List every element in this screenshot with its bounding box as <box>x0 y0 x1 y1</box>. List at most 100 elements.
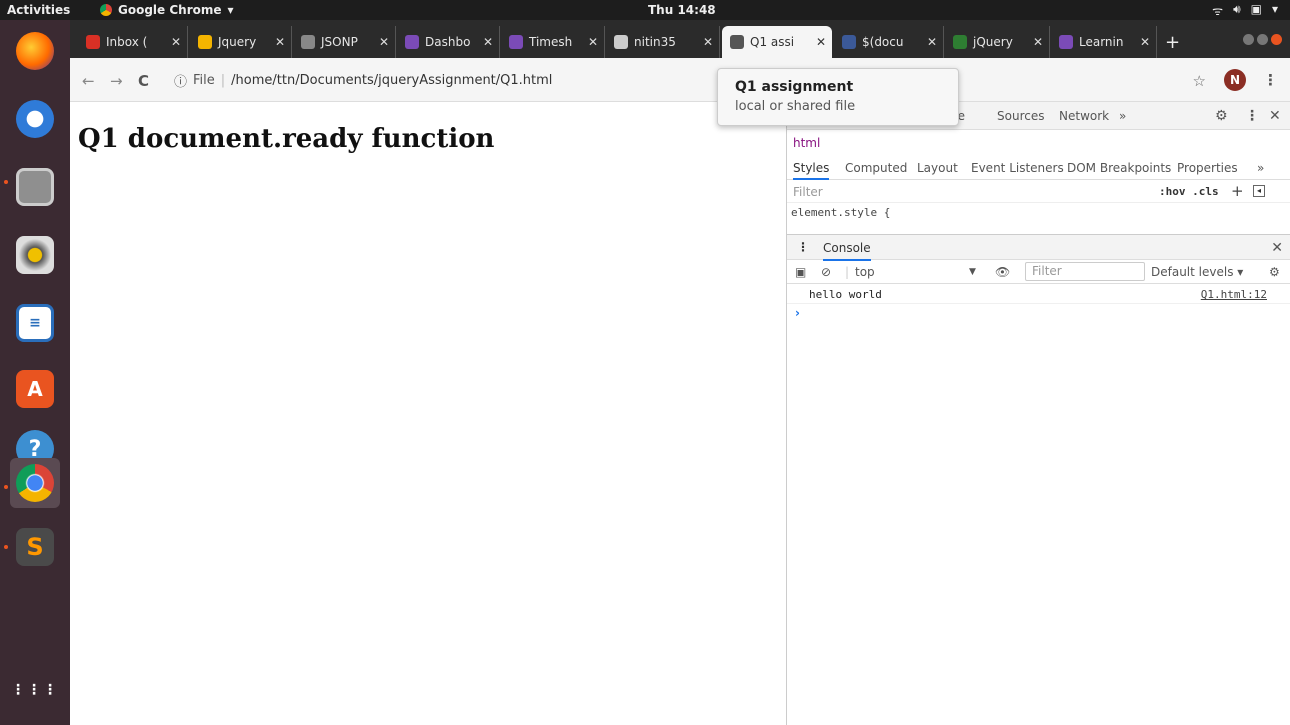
tab-styles[interactable]: Styles <box>793 161 830 180</box>
thunderbird-icon <box>16 100 54 138</box>
browser-tab[interactable]: Q1 assi ✕ <box>722 26 832 58</box>
context-selector[interactable]: top <box>855 265 875 279</box>
breadcrumb[interactable]: html <box>793 136 820 150</box>
more-tabs-button[interactable]: » <box>1257 161 1264 175</box>
files-launcher[interactable] <box>10 162 60 212</box>
tab-event-listeners[interactable]: Event Listeners <box>971 161 1064 175</box>
url-text[interactable]: /home/ttn/Documents/jqueryAssignment/Q1.… <box>231 73 552 88</box>
log-levels-dropdown[interactable]: Default levels ▾ <box>1151 265 1243 279</box>
writer-launcher[interactable]: ≡ <box>10 298 60 348</box>
tab-properties[interactable]: Properties <box>1177 161 1238 175</box>
firefox-icon <box>16 32 54 70</box>
browser-tab[interactable]: Inbox (✕ <box>78 26 188 58</box>
kebab-menu-icon[interactable]: ⋮ <box>797 240 809 254</box>
app-menu[interactable]: Google Chrome ▾ <box>100 3 234 17</box>
console-message-text: hello world <box>809 288 882 301</box>
sublime-text-icon: S <box>16 528 54 566</box>
close-icon[interactable]: ✕ <box>379 35 389 49</box>
running-indicator <box>4 545 8 549</box>
clock[interactable]: Thu 14:48 <box>648 3 716 17</box>
url-scheme-label: File <box>193 72 215 88</box>
close-icon[interactable]: ✕ <box>588 35 598 49</box>
sidebar-toggle-icon[interactable]: ▣ <box>795 265 806 279</box>
thunderbird-launcher[interactable] <box>10 94 60 144</box>
clear-console-icon[interactable]: ⊘ <box>821 265 831 279</box>
forward-arrow-icon[interactable]: → <box>110 72 123 90</box>
window-controls <box>1243 34 1282 45</box>
favicon-icon <box>842 35 856 49</box>
maximize-icon[interactable] <box>1257 34 1268 45</box>
browser-tab[interactable]: Timesh ✕ <box>501 26 605 58</box>
favicon-icon <box>301 35 315 49</box>
gear-icon[interactable]: ⚙ <box>1215 108 1228 124</box>
tab-console[interactable]: Console <box>823 241 871 261</box>
info-icon[interactable]: ⓘ <box>174 71 187 90</box>
browser-tab[interactable]: Jquery ✕ <box>190 26 292 58</box>
close-icon[interactable]: ✕ <box>816 35 826 49</box>
address-bar[interactable]: ⓘ File | /home/ttn/Documents/jqueryAssig… <box>174 66 1224 94</box>
browser-tab[interactable]: jQuery ✕ <box>945 26 1050 58</box>
tab-tooltip: Q1 assignment local or shared file <box>717 68 959 126</box>
minimize-icon[interactable] <box>1243 34 1254 45</box>
show-applications-button[interactable]: ⋮⋮⋮ <box>10 665 60 715</box>
close-icon[interactable]: ✕ <box>1140 35 1150 49</box>
firefox-launcher[interactable] <box>10 26 60 76</box>
rhythmbox-launcher[interactable] <box>10 230 60 280</box>
sublime-launcher[interactable]: S <box>10 522 60 572</box>
kebab-menu-icon[interactable]: ⋮ <box>1263 71 1278 89</box>
back-arrow-icon[interactable]: ← <box>82 72 95 90</box>
close-icon[interactable]: ✕ <box>1269 108 1281 124</box>
tab-layout[interactable]: Layout <box>917 161 958 175</box>
browser-tab[interactable]: $(docu ✕ <box>834 26 944 58</box>
console-source-link[interactable]: Q1.html:12 <box>1201 288 1267 301</box>
kebab-menu-icon[interactable]: ⋮ <box>1245 108 1259 124</box>
browser-tab[interactable]: nitin35 ✕ <box>606 26 720 58</box>
volume-icon: 🔊︎ <box>1233 2 1241 16</box>
system-tray[interactable]: ᯤ 🔊︎ ▣ ▾ <box>1212 2 1278 19</box>
gear-icon[interactable]: ⚙ <box>1269 265 1280 279</box>
close-icon[interactable]: ✕ <box>275 35 285 49</box>
hov-cls-toggle[interactable]: :hov .cls <box>1159 185 1219 198</box>
software-launcher[interactable]: A <box>10 364 60 414</box>
favicon-icon <box>730 35 744 49</box>
chevron-down-icon: ▾ <box>227 3 234 17</box>
browser-tab[interactable]: JSONP ✕ <box>293 26 396 58</box>
browser-tab[interactable]: Dashbo ✕ <box>397 26 500 58</box>
eye-icon[interactable]: 👁︎ <box>995 265 1010 279</box>
running-indicator <box>4 180 8 184</box>
browser-toolbar: ← → C ⓘ File | /home/ttn/Documents/jquer… <box>70 58 1290 102</box>
close-icon[interactable]: ✕ <box>1271 240 1283 256</box>
system-top-bar: Activities Google Chrome ▾ Thu 14:48 ᯤ 🔊… <box>0 0 1290 20</box>
browser-tab[interactable]: Learnin ✕ <box>1051 26 1157 58</box>
new-tab-button[interactable]: + <box>1165 32 1180 53</box>
tab-dom-breakpoints[interactable]: DOM Breakpoints <box>1067 161 1171 175</box>
console-filter-input[interactable]: Filter <box>1025 262 1145 281</box>
bookmark-star-icon[interactable]: ☆ <box>1193 72 1206 90</box>
close-icon[interactable]: ✕ <box>927 35 937 49</box>
tab-sources[interactable]: Sources <box>997 109 1044 123</box>
close-icon[interactable]: ✕ <box>483 35 493 49</box>
chevron-down-icon[interactable]: ▼ <box>969 267 976 277</box>
more-tabs-button[interactable]: » <box>1119 109 1126 123</box>
styles-tab-bar: Styles Computed Layout Event Listeners D… <box>787 156 1290 180</box>
profile-avatar[interactable]: N <box>1224 69 1246 91</box>
toggle-sidebar-icon[interactable]: ◂ <box>1253 185 1265 197</box>
chrome-launcher[interactable] <box>10 458 60 508</box>
element-style-rule[interactable]: element.style { <box>791 206 890 219</box>
styles-filter-input[interactable]: Filter <box>793 185 823 199</box>
tab-network[interactable]: Network <box>1059 109 1109 123</box>
close-icon[interactable] <box>1271 34 1282 45</box>
close-icon[interactable]: ✕ <box>703 35 713 49</box>
chevron-down-icon: ▾ <box>1271 2 1278 16</box>
console-prompt[interactable]: › <box>795 306 800 320</box>
reload-icon[interactable]: C <box>138 72 149 90</box>
favicon-icon <box>405 35 419 49</box>
tab-computed[interactable]: Computed <box>845 161 907 175</box>
tab-label: jQuery <box>973 35 1013 49</box>
activities-button[interactable]: Activities <box>7 3 70 17</box>
close-icon[interactable]: ✕ <box>1033 35 1043 49</box>
add-rule-icon[interactable]: + <box>1231 182 1244 200</box>
close-icon[interactable]: ✕ <box>171 35 181 49</box>
page-viewport: Q1 document.ready function <box>70 102 786 725</box>
app-name: Google Chrome <box>118 3 222 17</box>
